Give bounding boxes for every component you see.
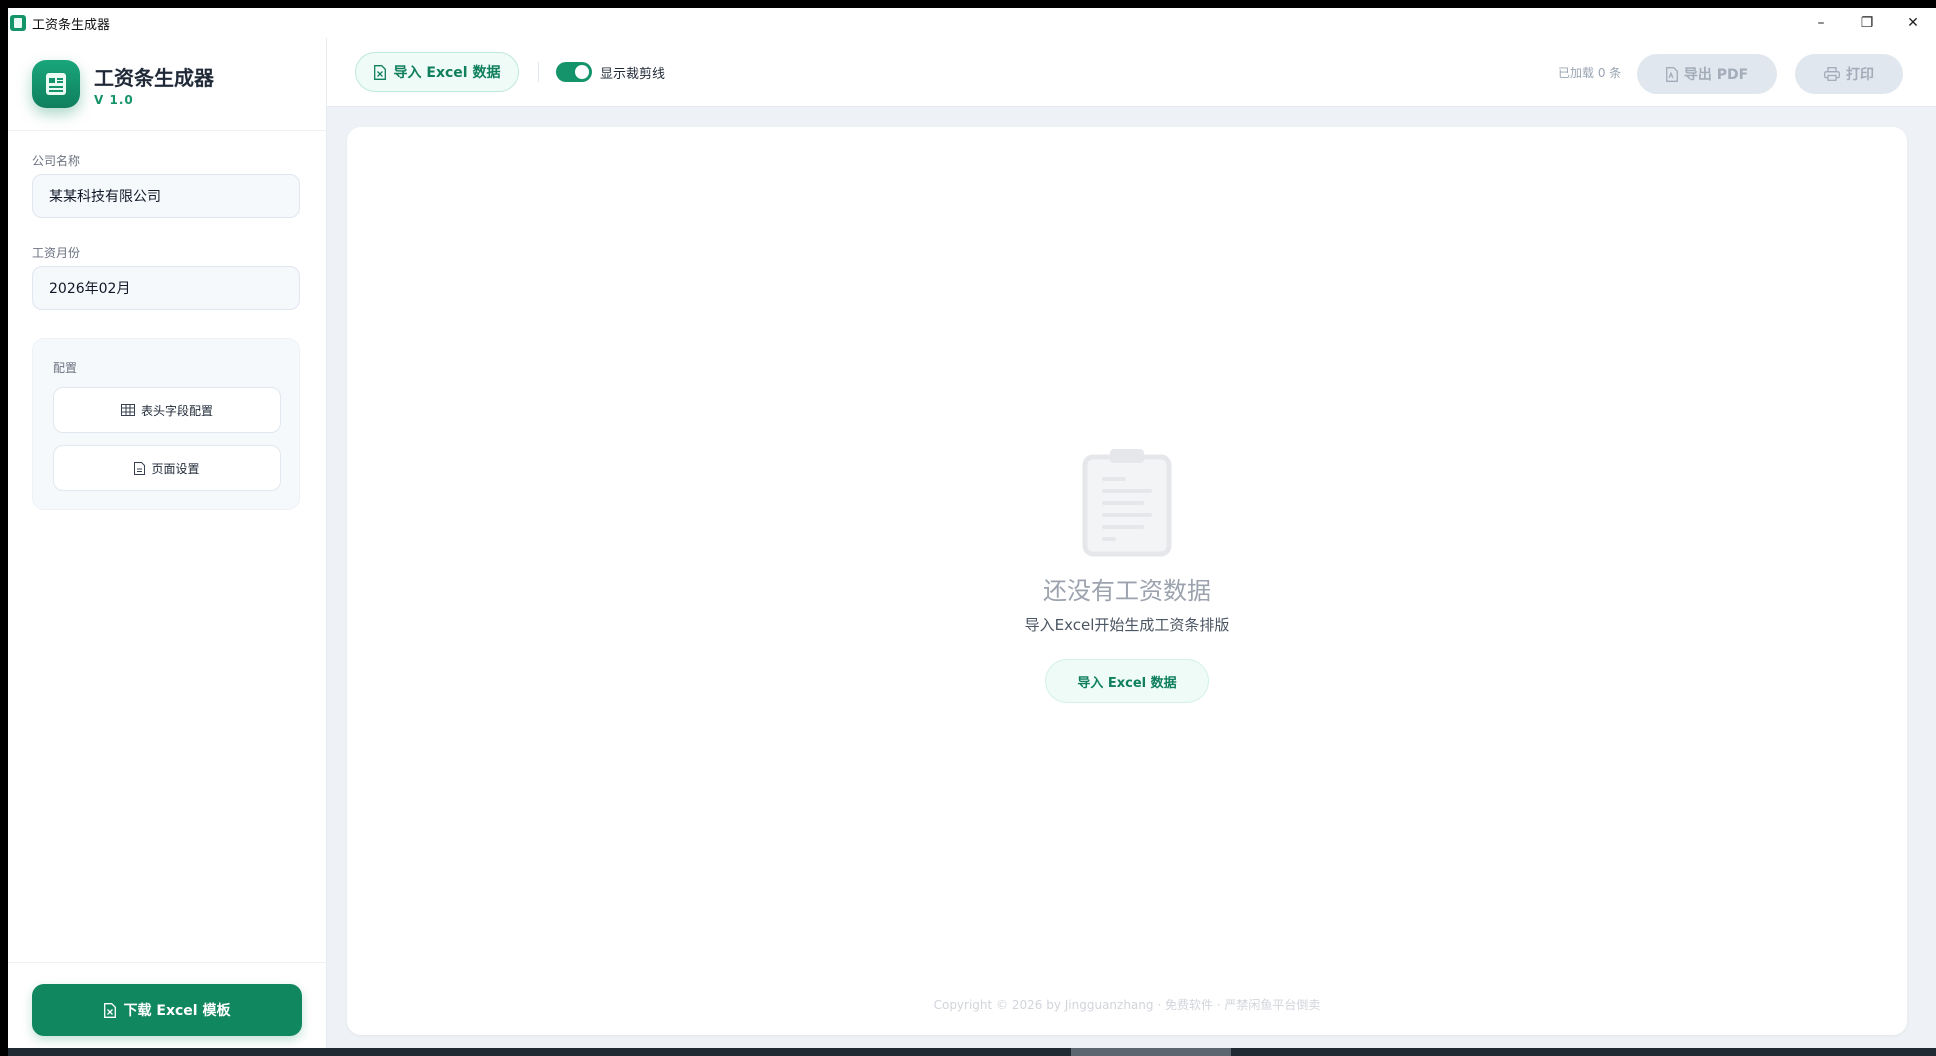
config-panel: 配置 表头字段配置 页面设置	[32, 338, 300, 510]
empty-state: 还没有工资数据 导入Excel开始生成工资条排版 导入 Excel 数据	[347, 127, 1907, 1035]
header-field-config-button[interactable]: 表头字段配置	[53, 387, 281, 433]
document-icon	[134, 461, 146, 475]
taskbar	[8, 1048, 1936, 1056]
import-excel-button[interactable]: 导入 Excel 数据	[355, 52, 519, 92]
toggle-knob	[575, 65, 589, 79]
app-name: 工资条生成器	[94, 65, 214, 90]
download-excel-template-label: 下载 Excel 模板	[123, 1003, 231, 1019]
payslip-app-icon	[32, 60, 80, 108]
pdf-file-icon	[1665, 66, 1678, 82]
company-name-label: 公司名称	[32, 154, 81, 168]
table-icon	[120, 404, 135, 416]
print-button[interactable]: 打印	[1795, 54, 1903, 94]
clipboard-icon	[1082, 447, 1172, 561]
download-excel-template-button[interactable]: 下载 Excel 模板	[32, 984, 302, 1036]
empty-state-title: 还没有工资数据	[1043, 577, 1211, 605]
show-cut-line-toggle[interactable]	[556, 62, 592, 82]
sidebar-divider	[8, 130, 326, 131]
company-name-input[interactable]: 某某科技有限公司	[32, 174, 300, 218]
empty-state-subtitle: 导入Excel开始生成工资条排版	[1024, 616, 1230, 634]
page-settings-button[interactable]: 页面设置	[53, 445, 281, 491]
window-controls: – ❐ ✕	[1798, 8, 1936, 38]
import-excel-label: 导入 Excel 数据	[393, 65, 501, 81]
copyright-footer: Copyright © 2026 by Jingguanzhang · 免费软件…	[933, 998, 1321, 1012]
toolbar: 导入 Excel 数据 显示裁剪线 已加载 0 条 导出 PDF 打印	[327, 38, 1936, 107]
printer-icon	[1824, 67, 1840, 81]
taskbar-active-item[interactable]	[1071, 1048, 1231, 1056]
app-icon	[10, 15, 26, 31]
header-field-config-label: 表头字段配置	[140, 403, 213, 418]
main-area: 导入 Excel 数据 显示裁剪线 已加载 0 条 导出 PDF 打印 还没有工…	[327, 38, 1936, 1048]
excel-file-icon	[373, 64, 386, 80]
excel-file-icon	[103, 1002, 116, 1018]
salary-month-label: 工资月份	[32, 246, 81, 260]
toolbar-separator	[538, 62, 539, 82]
app-version: V 1.0	[94, 92, 134, 107]
print-label: 打印	[1846, 67, 1874, 83]
restore-button[interactable]: ❐	[1844, 8, 1890, 38]
brand: 工资条生成器 V 1.0	[32, 60, 214, 108]
export-pdf-button[interactable]: 导出 PDF	[1637, 54, 1777, 94]
window-title: 工资条生成器	[32, 17, 111, 33]
empty-state-import-button[interactable]: 导入 Excel 数据	[1045, 659, 1209, 703]
close-button[interactable]: ✕	[1890, 8, 1936, 38]
sidebar-bottom-divider	[8, 962, 326, 963]
app-window: 工资条生成器 – ❐ ✕ 工资条生成器 V 1.0 公司名称 某某科技有限公司 …	[8, 8, 1936, 1048]
export-pdf-label: 导出 PDF	[1683, 67, 1749, 83]
salary-month-input[interactable]: 2026年02月	[32, 266, 300, 310]
loaded-count: 已加载 0 条	[1558, 66, 1622, 80]
title-bar: 工资条生成器 – ❐ ✕	[8, 8, 1936, 38]
minimize-button[interactable]: –	[1798, 8, 1844, 38]
config-title: 配置	[53, 361, 78, 375]
page-settings-label: 页面设置	[151, 461, 200, 476]
sidebar: 工资条生成器 V 1.0 公司名称 某某科技有限公司 工资月份 2026年02月…	[8, 38, 327, 1048]
preview-card: 还没有工资数据 导入Excel开始生成工资条排版 导入 Excel 数据 Cop…	[347, 127, 1907, 1035]
show-cut-line-label: 显示裁剪线	[600, 67, 666, 82]
